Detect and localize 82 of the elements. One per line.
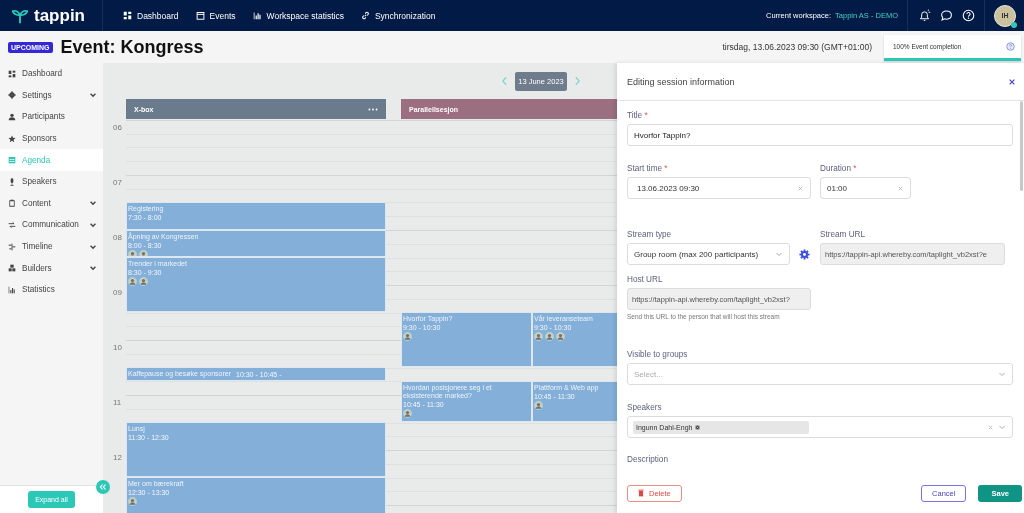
grid-icon xyxy=(123,11,132,20)
sidebar-item[interactable]: Sponsors xyxy=(0,127,103,150)
panel-title: Editing session information xyxy=(627,76,735,87)
close-icon[interactable] xyxy=(1008,77,1016,86)
field-label: Host URL xyxy=(627,275,664,284)
tappin-logo[interactable]: tappin xyxy=(0,0,103,31)
hour-label: 10 xyxy=(112,341,123,354)
hour-label: 12 xyxy=(112,451,123,464)
sidebar-item[interactable]: Timeline xyxy=(0,235,103,258)
nav-link[interactable]: Synchronization xyxy=(360,10,436,21)
chevron-icon xyxy=(89,91,97,100)
speaker-avatar xyxy=(128,497,137,507)
hour-label: 07 xyxy=(112,176,123,189)
hour-label: 09 xyxy=(112,286,123,299)
field-label: Visible to groups xyxy=(627,350,689,359)
sidebar-item[interactable]: Communication xyxy=(0,214,103,236)
sidebar-item[interactable]: Content xyxy=(0,192,103,215)
chevron-icon xyxy=(89,199,97,208)
grid-icon xyxy=(8,69,16,78)
bar-chart-icon xyxy=(252,11,262,20)
chevron-icon xyxy=(998,423,1006,431)
timeline-icon xyxy=(8,242,16,251)
arrows-icon xyxy=(8,220,16,229)
calendar-icon xyxy=(8,156,16,165)
clear-icon[interactable] xyxy=(797,184,804,192)
field-label: Stream URL xyxy=(820,230,867,239)
speaker-avatar xyxy=(403,332,412,342)
person-icon xyxy=(8,113,16,121)
event-title: Event: Kongress xyxy=(60,36,204,58)
more-icon[interactable] xyxy=(368,107,378,111)
bell-icon[interactable] xyxy=(918,9,931,22)
previous-icon[interactable] xyxy=(501,76,509,86)
mic-icon xyxy=(8,177,16,186)
star-icon xyxy=(8,134,16,143)
field-label: Description xyxy=(627,455,669,464)
sprout-icon xyxy=(12,7,28,24)
field-label: Stream type xyxy=(627,230,673,239)
sidebar-item[interactable]: Settings xyxy=(0,84,103,107)
calendar-icon xyxy=(195,11,205,20)
chevron-icon xyxy=(998,370,1006,378)
speaker-avatar xyxy=(534,332,543,342)
chevron-icon xyxy=(775,250,783,258)
remove-icon[interactable] xyxy=(695,424,701,430)
sidebar-item[interactable]: Speakers xyxy=(0,170,103,193)
speaker-avatar xyxy=(545,332,554,342)
speaker-avatar xyxy=(139,277,148,287)
field-label: Title * xyxy=(627,111,649,120)
trash-icon xyxy=(638,489,644,497)
sidebar-item[interactable]: Builders xyxy=(0,257,103,279)
bars-icon xyxy=(8,285,16,294)
field-label: Start time * xyxy=(627,164,669,173)
sidebar-item[interactable]: Statistics xyxy=(0,278,103,301)
chevron-icon xyxy=(89,264,97,273)
duration-input[interactable]: 01:00 xyxy=(820,177,911,199)
settings-icon[interactable] xyxy=(799,248,810,260)
stream-type-select[interactable]: Group room (max 200 participants) xyxy=(627,243,790,265)
clipboard-icon xyxy=(8,199,16,208)
field-label: Speakers xyxy=(627,403,663,412)
hour-label: 08 xyxy=(112,231,123,244)
nav-link[interactable]: Workspace statistics xyxy=(252,10,344,21)
nav-link[interactable]: Dashboard xyxy=(123,10,179,21)
link-icon xyxy=(360,11,370,20)
speaker-avatar xyxy=(128,277,137,287)
start-time-input[interactable]: 13.06.2023 09:30 xyxy=(627,177,811,199)
cubes-icon xyxy=(8,264,16,273)
title-input[interactable]: Hvorfor Tappin? xyxy=(627,124,1013,146)
field-label: Duration * xyxy=(820,164,858,173)
speaker-avatar xyxy=(403,409,412,419)
clear-icon[interactable] xyxy=(897,184,904,192)
chat-icon[interactable] xyxy=(940,9,953,22)
speaker-avatar xyxy=(556,332,565,342)
speaker-avatar xyxy=(534,401,543,410)
sidebar-item[interactable]: Participants xyxy=(0,106,103,128)
next-icon[interactable] xyxy=(573,76,581,86)
nav-link[interactable]: Events xyxy=(195,10,236,21)
clear-icon[interactable] xyxy=(987,423,994,431)
hour-label: 11 xyxy=(112,396,123,409)
sidebar-item[interactable]: Dashboard xyxy=(0,63,103,85)
hour-label: 06 xyxy=(112,122,123,134)
event-datetime: tirsdag, 13.06.2023 09:30 (GMT+01:00) xyxy=(722,42,872,52)
scrollbar[interactable] xyxy=(1020,101,1023,191)
collapse-icon[interactable] xyxy=(96,480,110,494)
